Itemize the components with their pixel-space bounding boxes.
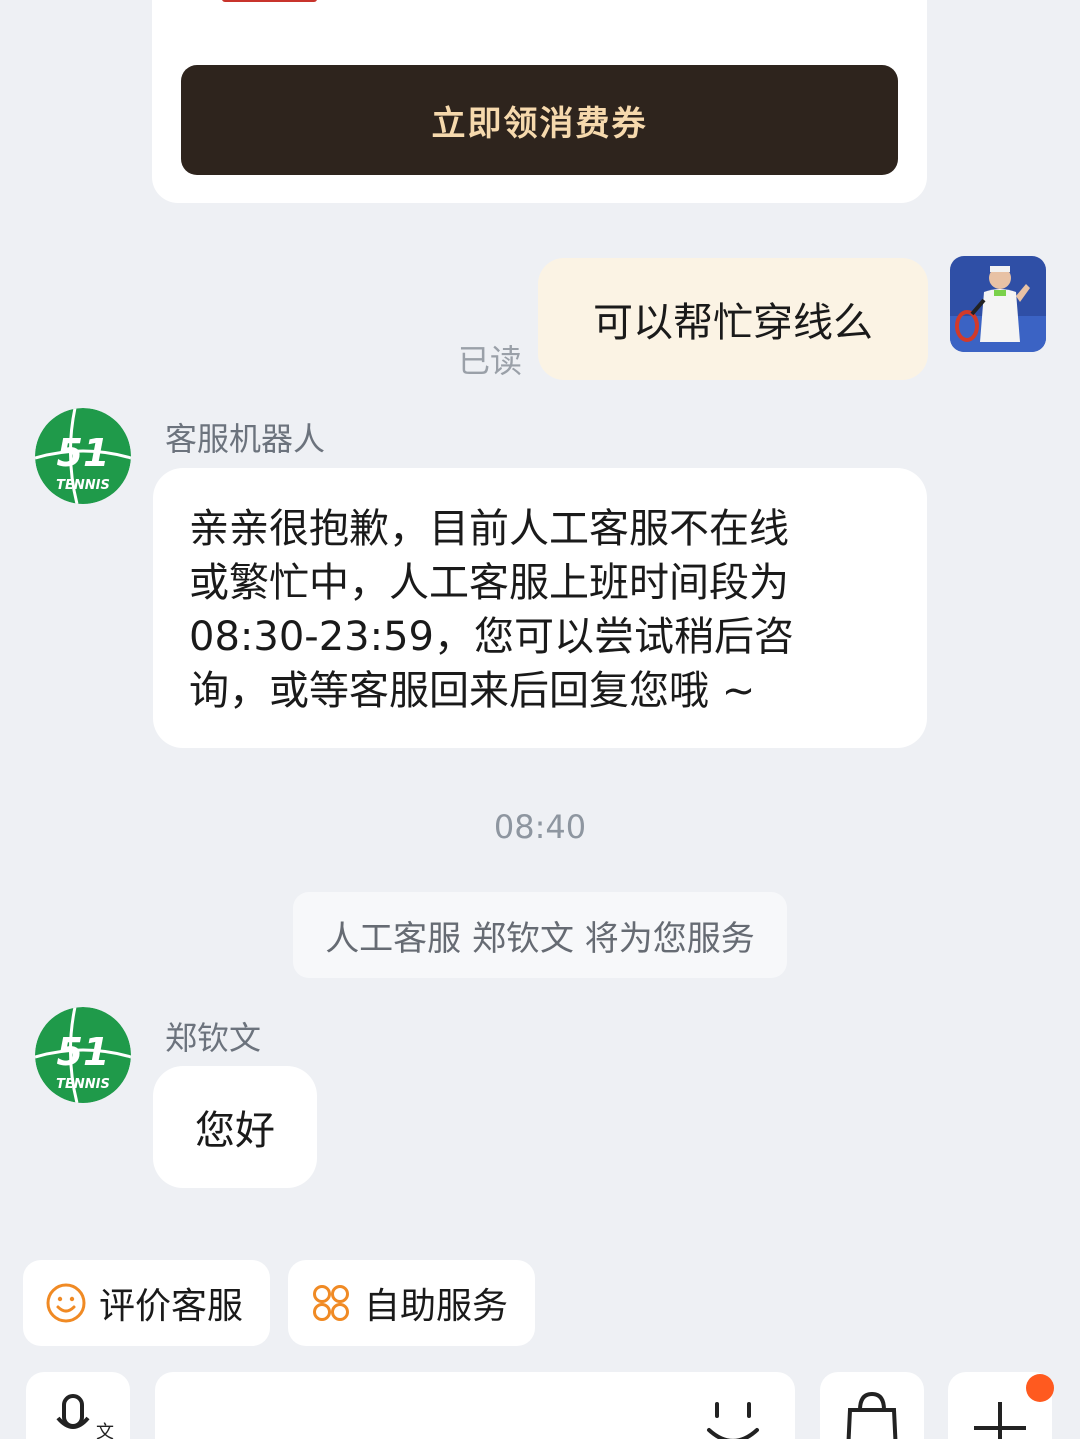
- shop-button[interactable]: [820, 1372, 924, 1439]
- coupon-card: 立即领消费券: [152, 0, 927, 203]
- coupon-decoration: [222, 0, 317, 2]
- user-avatar[interactable]: [950, 256, 1046, 352]
- bot-sender-name: 客服机器人: [165, 420, 326, 458]
- self-service-label: 自助服务: [364, 1286, 509, 1327]
- shopping-bag-icon: [846, 1391, 898, 1439]
- emoji-icon[interactable]: [703, 1396, 763, 1439]
- svg-text:51: 51: [57, 1030, 110, 1074]
- bot-avatar[interactable]: 51 TENNIS: [35, 408, 131, 504]
- agent-message-bubble[interactable]: 您好: [153, 1066, 317, 1188]
- smile-icon: [46, 1283, 86, 1323]
- read-status: 已读: [458, 342, 523, 380]
- chat-screen: 立即领消费券 已读 可以帮忙穿线么 51 TENNIS 客服机器人 亲亲很抱歉，…: [0, 0, 1080, 1439]
- outgoing-message-bubble[interactable]: 可以帮忙穿线么: [538, 258, 928, 380]
- agent-assigned-notice: 人工客服 郑钦文 将为您服务: [293, 892, 787, 978]
- notification-dot: [1026, 1374, 1054, 1402]
- rate-service-button[interactable]: 评价客服: [23, 1260, 270, 1346]
- bot-message-line: 亲亲很抱歉，目前人工客服不在线: [189, 506, 789, 552]
- voice-input-button[interactable]: 文: [26, 1372, 130, 1439]
- claim-coupon-button[interactable]: 立即领消费券: [181, 65, 898, 175]
- svg-text:TENNIS: TENNIS: [56, 478, 110, 493]
- bot-message-line: 询，或等客服回来后回复您哦 ~: [189, 668, 756, 714]
- message-input-field[interactable]: [155, 1372, 795, 1439]
- agent-avatar[interactable]: 51 TENNIS: [35, 1007, 131, 1103]
- message-timestamp: 08:40: [493, 808, 587, 846]
- bot-message-bubble[interactable]: 亲亲很抱歉，目前人工客服不在线 或繁忙中，人工客服上班时间段为 08:30-23…: [153, 468, 927, 748]
- microphone-icon: 文: [56, 1394, 114, 1439]
- agent-sender-name: 郑钦文: [165, 1019, 262, 1057]
- rate-service-label: 评价客服: [99, 1286, 244, 1327]
- self-service-button[interactable]: 自助服务: [288, 1260, 535, 1346]
- bot-message-line: 08:30-23:59，您可以尝试稍后咨: [189, 614, 794, 660]
- svg-text:TENNIS: TENNIS: [56, 1077, 110, 1092]
- svg-text:51: 51: [57, 431, 110, 475]
- grid-icon: [313, 1285, 349, 1321]
- bot-message-line: 或繁忙中，人工客服上班时间段为: [189, 560, 789, 606]
- svg-text:文: 文: [96, 1422, 114, 1439]
